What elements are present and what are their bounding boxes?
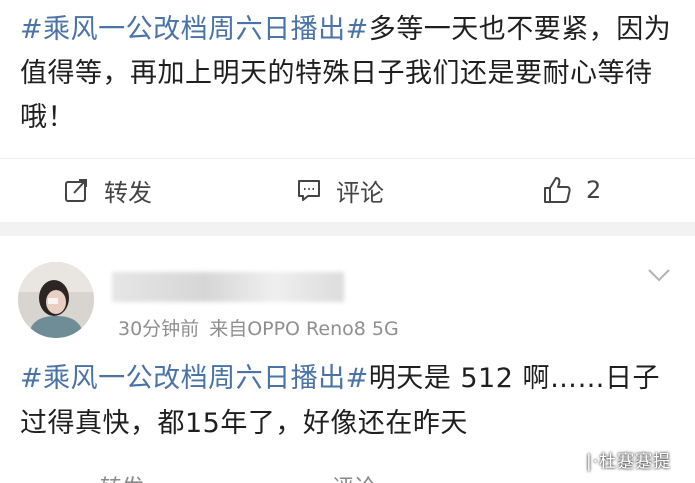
post-1-hashtag[interactable]: #乘风一公改档周六日播出# (20, 14, 369, 45)
like-icon (544, 177, 571, 203)
like-button[interactable]: 2 (542, 173, 601, 207)
post-1-content: #乘风一公改档周六日播出#多等一天也不要紧，因为值得等，再加上明天的特殊日子我们… (20, 8, 680, 140)
comment-label: 评论 (336, 178, 384, 207)
repost-button[interactable]: 转发 (64, 173, 152, 207)
username-mosaic (112, 272, 344, 302)
post-1-action-bar: 转发 评论 2 (0, 158, 695, 220)
post-source: 来自OPPO Reno8 5G (209, 318, 399, 340)
post-2-content: #乘风一公改档周六日播出#明天是 512 啊……日子过得真快，都15年了，好像还… (20, 356, 680, 446)
post-2-comment-label[interactable]: 评论 (332, 470, 376, 483)
chevron-down-icon[interactable] (646, 266, 672, 284)
like-count: 2 (586, 176, 602, 204)
comment-button[interactable]: 评论 (296, 173, 384, 207)
avatar[interactable] (18, 262, 94, 338)
post-2-repost-label[interactable]: 转发 (100, 470, 144, 483)
repost-icon (65, 179, 87, 202)
post-2-hashtag[interactable]: #乘风一公改档周六日播出# (20, 363, 369, 394)
weibo-post-1: #乘风一公改档周六日播出#多等一天也不要紧，因为值得等，再加上明天的特殊日子我们… (0, 0, 695, 232)
repost-label: 转发 (104, 178, 152, 207)
avatar-image (18, 262, 94, 338)
post-2-meta: 30分钟前 来自OPPO Reno8 5G (118, 314, 409, 341)
watermark: |·杜蹇蹇提 (586, 452, 672, 472)
post-divider (0, 222, 695, 236)
post-time: 30分钟前 (118, 318, 200, 340)
weibo-post-2: 30分钟前 来自OPPO Reno8 5G #乘风一公改档周六日播出#明天是 51… (0, 236, 695, 483)
comment-icon (298, 180, 320, 201)
